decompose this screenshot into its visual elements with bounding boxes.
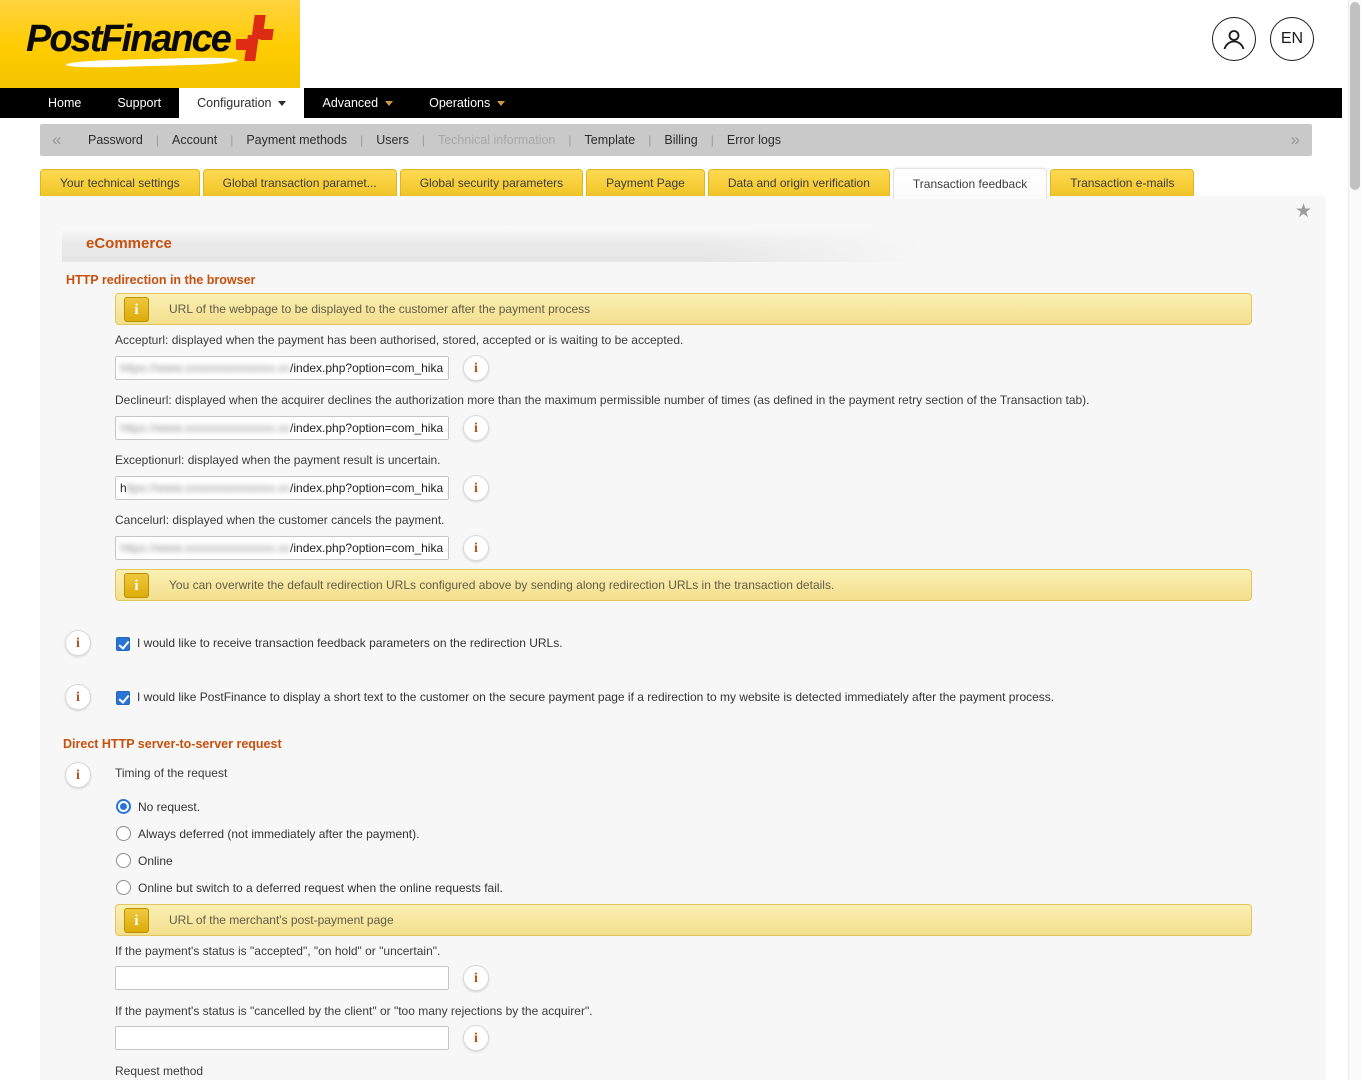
cancelurl-label: Cancelurl: displayed when the customer c… [115,513,445,527]
header-actions: EN [1212,17,1314,61]
nav-item-operations[interactable]: Operations [411,88,523,118]
online-radio[interactable] [116,853,131,868]
redirect-url-info-box: i URL of the webpage to be displayed to … [115,293,1252,325]
radio-label: No request. [138,800,201,814]
subnav-item-users[interactable]: Users [376,133,409,147]
exceptionurl-info-icon[interactable]: i [463,475,489,501]
cancelled-status-info-icon[interactable]: i [463,1025,489,1051]
tab-global-security-parameters[interactable]: Global security parameters [399,169,584,196]
subnav-item-payment-methods[interactable]: Payment methods [246,133,347,147]
swiss-cross-icon [236,15,274,61]
subnav-item-billing[interactable]: Billing [664,133,697,147]
radio-row-no-request: No request. [116,799,200,814]
accepturl-info-icon[interactable]: i [463,355,489,381]
checkbox-label: I would like PostFinance to display a sh… [137,690,1055,704]
radio-row-online-deferred-fallback: Online but switch to a deferred request … [116,880,503,895]
info-icon: i [124,572,149,598]
favorite-star-icon[interactable]: ★ [1295,200,1312,223]
tab-transaction-feedback[interactable]: Transaction feedback [892,168,1048,199]
declineurl-input[interactable]: https://www.xxxxxxxxxxxxxxx.xx/index.php… [115,416,449,440]
scroll-left-icon[interactable]: « [52,124,61,156]
nav-item-home[interactable]: Home [30,88,99,118]
tab-transaction-emails[interactable]: Transaction e-mails [1050,169,1195,196]
radio-label: Online [138,854,173,868]
redacted-url-prefix: https://www.xxxxxxxxxxxxxxx.xx [120,541,291,555]
feedback-params-info-icon[interactable]: i [65,630,91,656]
short-text-row: I would like PostFinance to display a sh… [116,690,1054,705]
short-text-checkbox[interactable] [116,691,130,705]
tab-global-transaction-parameters[interactable]: Global transaction paramet... [202,169,397,196]
redacted-url-prefix: https://www.xxxxxxxxxxxxxxx.xx [120,361,291,375]
user-icon [1223,30,1245,50]
accepted-status-url-input[interactable] [115,966,449,990]
language-label: EN [1280,30,1304,47]
http-redirection-heading: HTTP redirection in the browser [66,273,256,287]
main-nav: Home Support Configuration Advanced Oper… [0,88,1342,118]
scroll-right-icon[interactable]: » [1291,124,1300,156]
declineurl-label: Declineurl: displayed when the acquirer … [115,393,1090,407]
nav-item-advanced[interactable]: Advanced [304,88,411,118]
tab-your-technical-settings[interactable]: Your technical settings [40,169,200,196]
subnav-item-template[interactable]: Template [585,133,636,147]
overwrite-urls-info-box: i You can overwrite the default redirect… [115,569,1252,601]
subnav-item-technical-information: Technical information [437,133,556,147]
vertical-scrollbar[interactable] [1348,0,1361,1080]
exceptionurl-label: Exceptionurl: displayed when the payment… [115,453,441,467]
language-button[interactable]: EN [1270,17,1314,61]
request-method-label: Request method [115,1064,204,1078]
cancelurl-input[interactable]: https://www.xxxxxxxxxxxxxxx.xx/index.php… [115,536,449,560]
tab-bar: Your technical settings Global transacti… [40,168,1195,199]
timing-info-icon[interactable]: i [65,762,91,788]
online-fallback-radio[interactable] [116,880,131,895]
feedback-params-checkbox[interactable] [116,637,130,651]
accepturl-label: Accepturl: displayed when the payment ha… [115,333,684,347]
declineurl-info-icon[interactable]: i [463,415,489,441]
sub-nav-items: Password Account Payment methods Users T… [88,124,1312,156]
sub-nav: « Password Account Payment methods Users… [40,124,1312,156]
accepturl-input[interactable]: https://www.xxxxxxxxxxxxxxx.xx/index.php… [115,356,449,380]
checkbox-label: I would like to receive transaction feed… [137,636,563,650]
no-request-radio[interactable] [116,799,131,814]
post-payment-url-info-box: i URL of the merchant's post-payment pag… [115,904,1252,936]
radio-row-online: Online [116,853,173,868]
info-icon: i [124,296,149,322]
page: PostFinance EN Home Support Configuratio… [0,0,1364,1080]
chevron-down-icon [385,100,394,106]
subnav-item-account[interactable]: Account [172,133,217,147]
section-header-ecommerce: eCommerce [62,226,950,262]
timing-label: Timing of the request [115,766,228,780]
accepted-status-label: If the payment's status is "accepted", "… [115,944,441,958]
subnav-item-password[interactable]: Password [88,133,143,147]
cancelled-status-url-input[interactable] [115,1026,449,1050]
server-request-heading: Direct HTTP server-to-server request [63,737,282,751]
redacted-url-prefix: https://www.xxxxxxxxxxxxxxx.xx [120,421,291,435]
short-text-info-icon[interactable]: i [65,684,91,710]
content-panel: ★ eCommerce HTTP redirection in the brow… [40,196,1326,1080]
exceptionurl-input[interactable]: https://www.xxxxxxxxxxxxxxx.xx/index.php… [115,476,449,500]
scrollbar-thumb[interactable] [1350,2,1360,190]
cancelurl-info-icon[interactable]: i [463,535,489,561]
subnav-item-error-logs[interactable]: Error logs [727,133,781,147]
tab-payment-page[interactable]: Payment Page [586,169,705,196]
postfinance-logo[interactable]: PostFinance [0,0,300,88]
chevron-down-icon [497,100,506,106]
accepted-status-info-icon[interactable]: i [463,965,489,991]
radio-row-always-deferred: Always deferred (not immediately after t… [116,826,419,841]
nav-item-support[interactable]: Support [99,88,179,118]
redacted-url-prefix: ttps://www.xxxxxxxxxxxxxxx.xx [126,481,291,495]
tab-data-and-origin-verification[interactable]: Data and origin verification [707,169,890,196]
info-icon: i [124,907,149,933]
radio-label: Online but switch to a deferred request … [138,881,503,895]
always-deferred-radio[interactable] [116,826,131,841]
radio-label: Always deferred (not immediately after t… [138,827,420,841]
user-account-button[interactable] [1212,17,1256,61]
cancelled-status-label: If the payment's status is "cancelled by… [115,1004,593,1018]
nav-item-configuration[interactable]: Configuration [179,88,305,118]
section-title: eCommerce [86,235,172,252]
app-header: PostFinance EN [0,0,1364,88]
chevron-down-icon [278,100,287,106]
logo-wordmark: PostFinance [26,18,232,60]
feedback-params-row: I would like to receive transaction feed… [116,636,563,651]
